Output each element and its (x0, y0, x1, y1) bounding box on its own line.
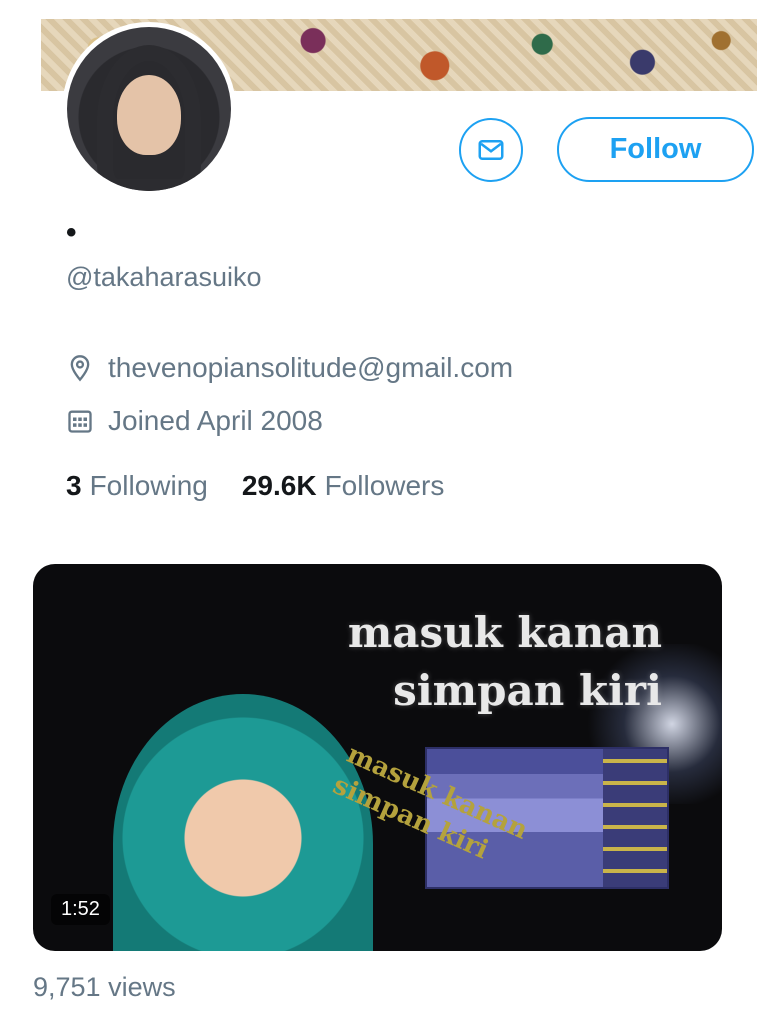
location-pin-icon (70, 355, 90, 382)
video-views: 9,751 views (33, 972, 176, 1002)
video-person (113, 694, 373, 951)
profile-stats: 3 Following 29.6K Followers (66, 470, 444, 502)
profile-handle: @takaharasuiko (66, 262, 262, 292)
profile-location: thevenopiansolitude@gmail.com (66, 352, 513, 384)
video-overlay-title: masuk kanan simpan kiri (348, 604, 662, 720)
followers-label: Followers (324, 470, 445, 501)
video-duration-badge: 1:52 (51, 894, 110, 925)
avatar[interactable] (62, 22, 236, 196)
joined-text: Joined April 2008 (108, 405, 323, 436)
follow-button[interactable]: Follow (557, 117, 754, 182)
following-count: 3 (66, 470, 82, 501)
following-label: Following (89, 470, 208, 501)
location-text[interactable]: thevenopiansolitude@gmail.com (108, 352, 513, 384)
mail-icon (478, 140, 504, 160)
followers-link[interactable]: 29.6K Followers (242, 470, 445, 502)
calendar-icon (68, 410, 92, 433)
display-name: • (66, 216, 77, 249)
avatar-photo (67, 27, 231, 191)
avatar-face (117, 75, 181, 155)
followers-count: 29.6K (241, 470, 317, 501)
direct-message-button[interactable] (459, 118, 523, 182)
profile-joined: Joined April 2008 (66, 405, 323, 437)
video-thumbnail[interactable]: masuk kanan simpan kiri masuk kanan simp… (33, 564, 722, 951)
following-link[interactable]: 3 Following (66, 470, 208, 502)
overlay-line-1: masuk kanan (347, 608, 662, 657)
overlay-line-2: simpan kiri (393, 666, 662, 715)
